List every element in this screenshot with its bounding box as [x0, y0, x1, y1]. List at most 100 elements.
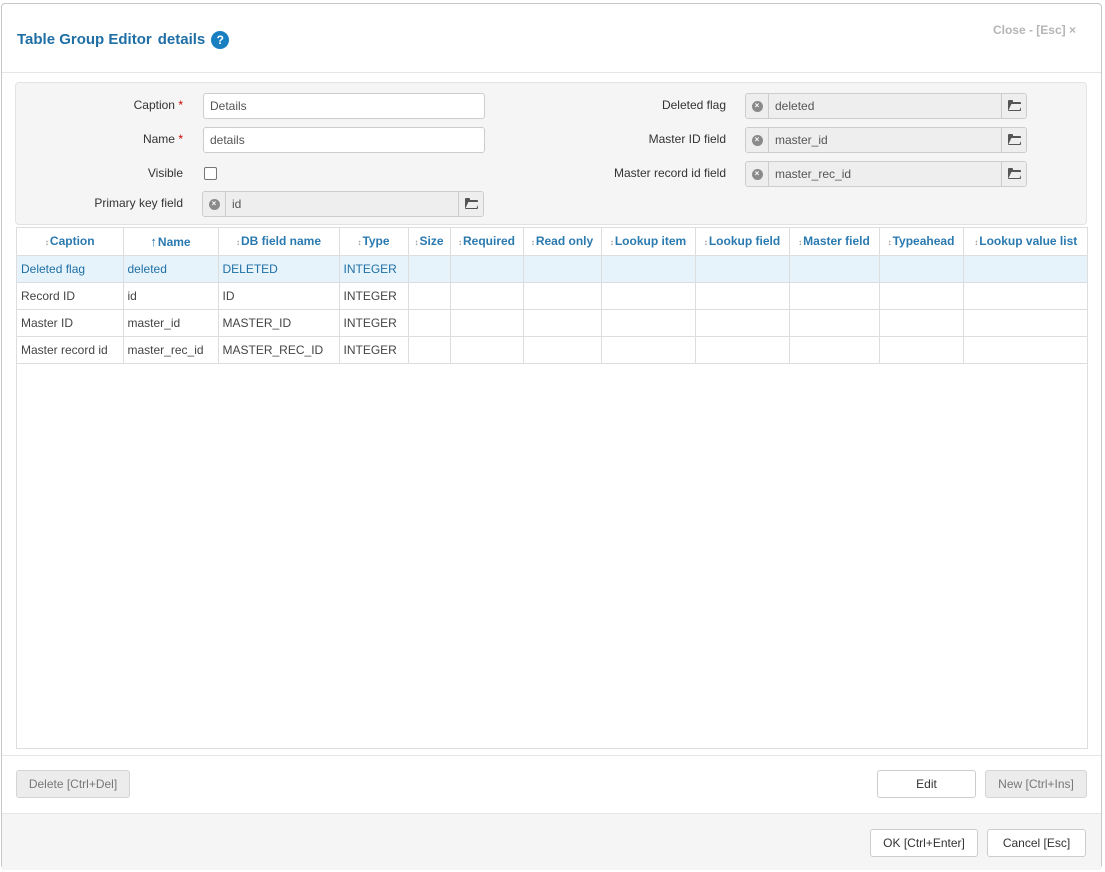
- deleted-flag-lookup: × deleted: [745, 93, 1027, 119]
- table-cell: deleted: [123, 255, 219, 283]
- column-header-typeahead[interactable]: ↕Typeahead: [879, 228, 964, 256]
- name-input[interactable]: details: [203, 127, 485, 153]
- sort-icon: ↕: [530, 238, 535, 248]
- deleted-flag-label: Deleted flag: [661, 98, 726, 112]
- sort-icon: ↕: [457, 238, 462, 248]
- new-button[interactable]: New [Ctrl+Ins]: [985, 770, 1087, 798]
- dialog-footer: OK [Ctrl+Enter] Cancel [Esc]: [2, 813, 1101, 870]
- table-cell: [695, 336, 790, 364]
- table-cell: INTEGER: [339, 336, 409, 364]
- toolbar-divider: [2, 755, 1101, 756]
- table-cell: [408, 309, 451, 337]
- column-header-label: Size: [419, 234, 444, 249]
- table-cell: Master record id: [17, 336, 124, 364]
- table-cell: INTEGER: [339, 282, 409, 310]
- sort-ascending-icon: ↑: [150, 233, 157, 249]
- fields-table: ↕Caption ↑Name ↕DB field name ↕Type ↕Siz…: [17, 228, 1087, 364]
- deleted-flag-clear-button[interactable]: ×: [746, 94, 769, 118]
- caption-required-mark: *: [178, 98, 183, 112]
- table-cell: [450, 282, 524, 310]
- table-cell: [523, 255, 602, 283]
- table-cell: [789, 309, 880, 337]
- deleted-flag-value: deleted: [769, 94, 1001, 118]
- column-header-label: Lookup item: [614, 234, 687, 249]
- help-icon[interactable]: ?: [211, 31, 230, 49]
- column-header-db-field-name[interactable]: ↕DB field name: [218, 228, 340, 256]
- table-cell: [695, 309, 790, 337]
- visible-checkbox[interactable]: [204, 167, 217, 180]
- column-header-caption[interactable]: ↕Caption: [17, 228, 124, 256]
- primary-key-clear-button[interactable]: ×: [203, 192, 226, 216]
- primary-key-lookup: × id: [202, 191, 484, 217]
- column-header-label: Required: [462, 234, 515, 249]
- caption-label-text: Caption: [133, 98, 175, 112]
- table-header-row: ↕Caption ↑Name ↕DB field name ↕Type ↕Siz…: [17, 228, 1087, 256]
- table-cell: MASTER_REC_ID: [218, 336, 340, 364]
- master-record-id-value: master_rec_id: [769, 162, 1001, 186]
- sort-icon: ↕: [357, 238, 362, 248]
- clear-icon: ×: [751, 100, 763, 112]
- column-header-required[interactable]: ↕Required: [450, 228, 524, 256]
- clear-icon: ×: [751, 134, 763, 146]
- column-header-master-field[interactable]: ↕Master field: [789, 228, 880, 256]
- table-cell: [601, 255, 696, 283]
- master-id-clear-button[interactable]: ×: [746, 128, 769, 152]
- table-row[interactable]: Record ID id ID INTEGER: [17, 282, 1087, 310]
- primary-key-select-button[interactable]: [458, 192, 483, 216]
- table-cell: [963, 309, 1087, 337]
- column-header-name[interactable]: ↑Name: [123, 228, 219, 256]
- table-cell: [523, 309, 602, 337]
- table-cell: [450, 255, 524, 283]
- name-required-mark: *: [178, 132, 183, 146]
- table-cell: Master ID: [17, 309, 124, 337]
- table-cell: [601, 309, 696, 337]
- table-cell: MASTER_ID: [218, 309, 340, 337]
- table-cell: [879, 282, 964, 310]
- caption-input[interactable]: Details: [203, 93, 485, 119]
- column-header-type[interactable]: ↕Type: [339, 228, 409, 256]
- column-header-label: DB field name: [240, 234, 321, 249]
- dialog-header: Table Group Editor details ? Close - [Es…: [2, 4, 1101, 73]
- table-cell: Record ID: [17, 282, 124, 310]
- deleted-flag-select-button[interactable]: [1001, 94, 1026, 118]
- table-row[interactable]: Master ID master_id MASTER_ID INTEGER: [17, 309, 1087, 337]
- column-header-lookup-value-list[interactable]: ↕Lookup value list: [963, 228, 1087, 256]
- name-label-text: Name: [142, 132, 175, 146]
- table-row[interactable]: Master record id master_rec_id MASTER_RE…: [17, 336, 1087, 364]
- ok-button[interactable]: OK [Ctrl+Enter]: [870, 829, 978, 857]
- column-header-lookup-field[interactable]: ↕Lookup field: [695, 228, 790, 256]
- delete-button[interactable]: Delete [Ctrl+Del]: [16, 770, 130, 798]
- master-record-id-clear-button[interactable]: ×: [746, 162, 769, 186]
- sort-icon: ↕: [609, 238, 614, 248]
- master-id-select-button[interactable]: [1001, 128, 1026, 152]
- column-header-size[interactable]: ↕Size: [408, 228, 451, 256]
- master-record-id-select-button[interactable]: [1001, 162, 1026, 186]
- table-cell: [523, 282, 602, 310]
- table-row[interactable]: Deleted flag deleted DELETED INTEGER: [17, 255, 1087, 283]
- close-button[interactable]: Close - [Esc] ×: [993, 23, 1076, 37]
- cancel-button[interactable]: Cancel [Esc]: [987, 829, 1086, 857]
- table-cell: [450, 309, 524, 337]
- table-group-editor-dialog: Table Group Editor details ? Close - [Es…: [1, 3, 1102, 870]
- table-cell: master_rec_id: [123, 336, 219, 364]
- table-cell: [695, 255, 790, 283]
- column-header-lookup-item[interactable]: ↕Lookup item: [601, 228, 696, 256]
- table-cell: INTEGER: [339, 255, 409, 283]
- name-label: Name *: [76, 132, 183, 146]
- table-cell: master_id: [123, 309, 219, 337]
- folder-open-icon: [1007, 167, 1021, 179]
- sort-icon: ↕: [798, 238, 803, 248]
- table-cell: [408, 255, 451, 283]
- dialog-title-sub: details: [157, 30, 206, 48]
- clear-icon: ×: [751, 168, 763, 180]
- sort-icon: ↕: [414, 238, 419, 248]
- column-header-read-only[interactable]: ↕Read only: [523, 228, 602, 256]
- column-header-label: Lookup value list: [979, 234, 1078, 249]
- dialog-title-main: Table Group Editor: [17, 30, 152, 48]
- sort-icon: ↕: [235, 238, 240, 248]
- form-panel: Caption * Details Name * details Visible…: [15, 82, 1087, 225]
- caption-label: Caption *: [76, 98, 183, 112]
- edit-button[interactable]: Edit: [877, 770, 976, 798]
- clear-icon: ×: [208, 198, 220, 210]
- folder-open-icon: [464, 197, 478, 209]
